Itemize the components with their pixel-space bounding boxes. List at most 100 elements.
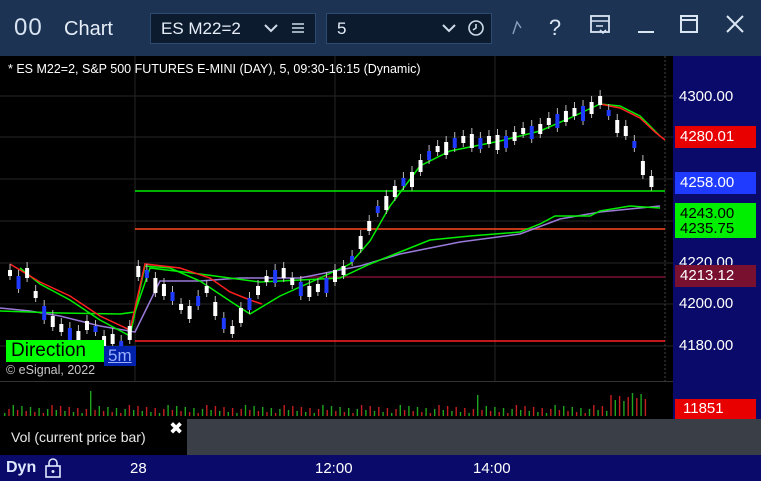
price-axis[interactable]: 4300.00 4220.00 4200.00 4180.00 4280.01 …	[673, 56, 761, 381]
time-axis[interactable]: Dyn 28 12:00 14:00	[0, 455, 761, 481]
volume-bar	[257, 411, 260, 416]
candle-body	[204, 286, 209, 293]
study-info-strip: Vol (current price bar) ✖	[0, 419, 761, 455]
volume-bar	[16, 410, 19, 416]
volume-bar	[584, 413, 586, 416]
volume-bar	[446, 406, 449, 416]
minimize-icon[interactable]	[629, 10, 663, 46]
volume-bar	[249, 410, 251, 416]
volume-bar	[382, 412, 384, 416]
candle-body	[546, 118, 551, 125]
volume-bar	[274, 413, 277, 416]
clock-icon[interactable]	[467, 18, 485, 43]
list-icon[interactable]	[291, 18, 305, 43]
volume-bar	[193, 408, 195, 416]
volume-bar	[339, 407, 341, 416]
volume-study-label[interactable]: Vol (current price bar)	[0, 419, 187, 455]
direction-label[interactable]: Direction	[6, 340, 104, 362]
candle-body	[298, 282, 303, 296]
direction-interval[interactable]: 5m	[104, 346, 136, 366]
volume-bar	[378, 407, 380, 416]
chevron-down-icon[interactable]	[441, 18, 457, 43]
volume-bar	[636, 398, 638, 416]
volume-bar	[300, 407, 303, 416]
candle-body	[640, 161, 645, 175]
volume-bar	[575, 412, 578, 416]
close-study-icon[interactable]: ✖	[169, 419, 183, 439]
candle-body	[33, 291, 38, 298]
lock-icon[interactable]	[44, 458, 62, 481]
volume-bar	[287, 410, 290, 416]
candle-body	[623, 126, 628, 136]
time-tick: 28	[130, 460, 147, 477]
candle-body	[632, 141, 637, 148]
candle-body	[84, 321, 89, 330]
candle-body	[615, 120, 620, 133]
volume-canvas[interactable]	[0, 382, 673, 420]
volume-bar	[365, 410, 367, 416]
volume-bar	[408, 406, 410, 416]
candle-body	[110, 334, 115, 344]
volume-bar	[532, 407, 535, 416]
window-title: Chart	[64, 18, 113, 40]
volume-bar	[322, 405, 324, 416]
help-icon[interactable]: ?	[538, 10, 572, 46]
volume-bar	[292, 406, 294, 416]
candle-body	[59, 324, 64, 332]
volume-bar	[459, 412, 462, 416]
volume-bar	[623, 401, 625, 416]
volume-bar	[330, 406, 333, 416]
volume-bar	[309, 408, 311, 416]
volume-bar	[537, 412, 539, 416]
volume-bar	[335, 411, 337, 416]
bookmark-icon[interactable]	[500, 10, 534, 46]
volume-bar	[201, 409, 204, 416]
volume-bar	[588, 409, 591, 416]
volume-bar	[356, 409, 358, 416]
candle-body	[333, 270, 337, 282]
candle-body	[8, 270, 12, 276]
volume-bar	[489, 411, 492, 416]
candle-body	[136, 266, 141, 277]
candle-body	[42, 306, 47, 320]
template-icon[interactable]	[583, 10, 617, 46]
volume-bar	[102, 411, 105, 416]
volume-bar	[133, 410, 135, 416]
candle-body	[264, 276, 269, 282]
candle-body	[401, 178, 406, 186]
volume-bar	[51, 405, 53, 416]
candle-body	[478, 138, 483, 149]
volume-bar	[468, 413, 470, 416]
volume-pane[interactable]	[0, 381, 673, 419]
volume-bar	[571, 407, 573, 416]
candle-body	[589, 102, 594, 114]
volume-bar	[627, 397, 629, 416]
chevron-down-icon[interactable]	[263, 18, 279, 43]
volume-bar	[317, 409, 320, 416]
candle-body	[238, 308, 243, 323]
volume-bar	[150, 412, 152, 416]
volume-bar	[550, 409, 552, 416]
symbol-selector[interactable]: ES M22=2	[150, 13, 316, 44]
volume-bar	[369, 406, 371, 416]
candle-body	[256, 286, 261, 295]
interval-selector[interactable]: 5	[326, 13, 492, 44]
volume-bar	[631, 393, 634, 416]
maximize-icon[interactable]	[672, 10, 706, 46]
candle-body	[367, 221, 372, 231]
volume-bar	[188, 412, 191, 416]
candle-body	[341, 266, 346, 275]
volume-bar	[253, 406, 255, 416]
price-chart[interactable]: * ES M22=2, S&P 500 FUTURES E-MINI (DAY)…	[0, 56, 673, 381]
app-logo: 00	[14, 14, 43, 41]
volume-bar	[348, 408, 350, 416]
dynamic-mode-label[interactable]: Dyn	[6, 459, 36, 477]
volume-bar	[545, 413, 548, 416]
volume-bar	[511, 409, 513, 416]
ma-line-green-slow	[0, 205, 661, 315]
price-chart-canvas[interactable]	[0, 56, 673, 381]
candle-body	[196, 296, 201, 306]
close-icon[interactable]	[718, 10, 752, 46]
volume-bar	[227, 412, 229, 416]
candle-body	[521, 128, 526, 134]
